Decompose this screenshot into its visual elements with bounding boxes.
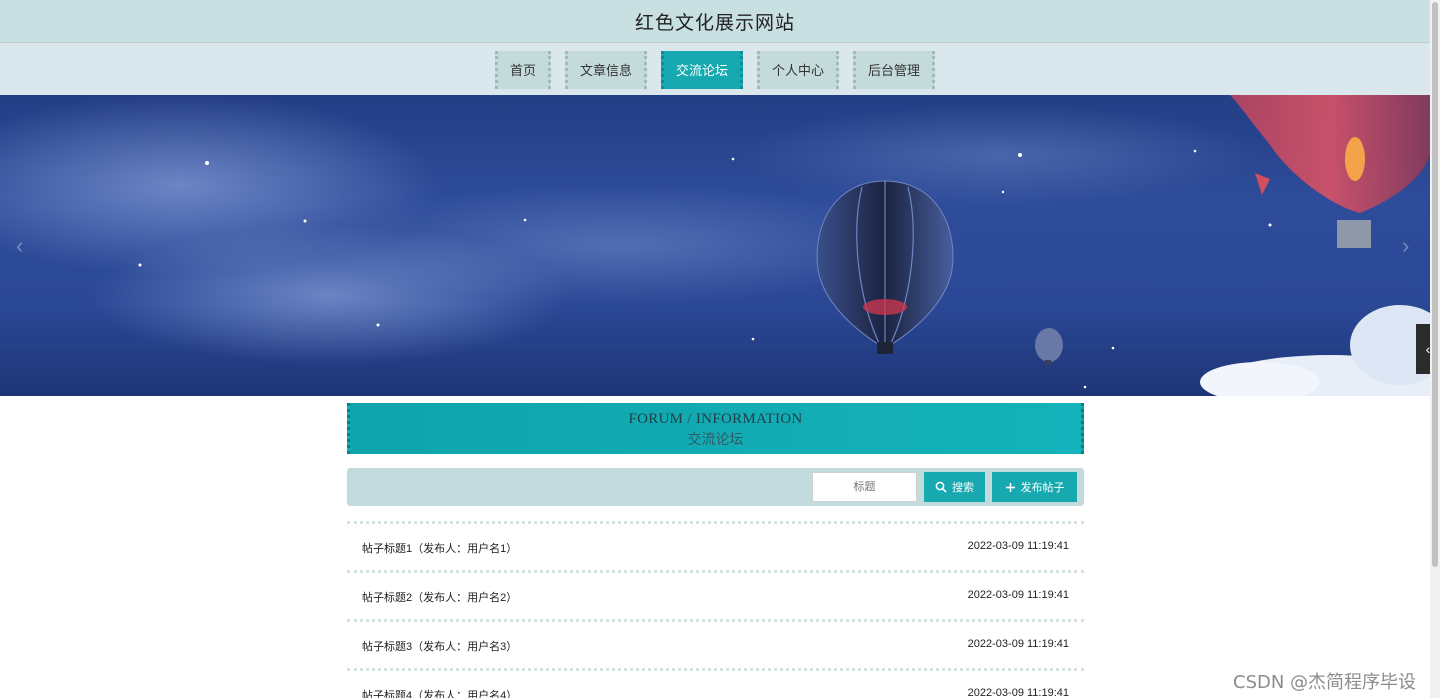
nav-item-articles[interactable]: 文章信息: [564, 50, 647, 89]
post-title[interactable]: 帖子标题2（发布人：用户名2）: [362, 589, 517, 605]
watermark: CSDN @杰简程序毕设: [1233, 672, 1417, 693]
search-icon: [935, 481, 947, 493]
post-list: 帖子标题1（发布人：用户名1） 2022-03-09 11:19:41 帖子标题…: [347, 521, 1084, 698]
post-title[interactable]: 帖子标题4（发布人：用户名4）: [362, 687, 517, 698]
banner-prev-icon[interactable]: ‹: [16, 233, 23, 259]
banner-next-icon[interactable]: ›: [1402, 233, 1409, 259]
search-button[interactable]: 搜索: [924, 472, 985, 502]
search-toolbar: 搜索 发布帖子: [347, 468, 1084, 506]
page: 红色文化展示网站 首页 文章信息 交流论坛 个人中心 后台管理 ‹ › FORU…: [0, 0, 1430, 698]
plus-icon: [1005, 482, 1015, 492]
post-time: 2022-03-09 11:19:41: [967, 540, 1069, 552]
post-row[interactable]: 帖子标题3（发布人：用户名3） 2022-03-09 11:19:41: [347, 619, 1084, 668]
post-title[interactable]: 帖子标题1（发布人：用户名1）: [362, 540, 517, 556]
post-time: 2022-03-09 11:19:41: [967, 638, 1069, 650]
site-title: 红色文化展示网站: [634, 11, 795, 34]
nav-item-home[interactable]: 首页: [494, 50, 551, 89]
post-title[interactable]: 帖子标题3（发布人：用户名3）: [362, 638, 517, 654]
section-title-en: FORUM / INFORMATION: [628, 411, 803, 427]
search-button-label: 搜索: [952, 482, 974, 494]
nav-item-profile[interactable]: 个人中心: [757, 50, 840, 89]
post-row[interactable]: 帖子标题2（发布人：用户名2） 2022-03-09 11:19:41: [347, 570, 1084, 619]
section-title-cn: 交流论坛: [687, 433, 744, 448]
title-search-input[interactable]: [812, 472, 917, 502]
scrollbar-thumb[interactable]: [1432, 2, 1438, 567]
site-header: 红色文化展示网站: [0, 0, 1430, 43]
publish-button-label: 发布帖子: [1020, 482, 1065, 494]
nav-item-admin[interactable]: 后台管理: [853, 50, 936, 89]
post-time: 2022-03-09 11:19:41: [967, 589, 1069, 601]
banner-image: [0, 95, 1430, 396]
post-row[interactable]: 帖子标题4（发布人：用户名4） 2022-03-09 11:19:41: [347, 668, 1084, 698]
vertical-scrollbar[interactable]: [1430, 0, 1440, 698]
main-nav: 首页 文章信息 交流论坛 个人中心 后台管理: [0, 44, 1430, 95]
banner-carousel[interactable]: ‹ ›: [0, 95, 1430, 396]
section-heading: FORUM / INFORMATION 交流论坛: [347, 403, 1084, 454]
post-row[interactable]: 帖子标题1（发布人：用户名1） 2022-03-09 11:19:41: [347, 521, 1084, 570]
nav-item-forum[interactable]: 交流论坛: [660, 50, 743, 89]
publish-post-button[interactable]: 发布帖子: [992, 472, 1077, 502]
post-time: 2022-03-09 11:19:41: [967, 687, 1069, 698]
